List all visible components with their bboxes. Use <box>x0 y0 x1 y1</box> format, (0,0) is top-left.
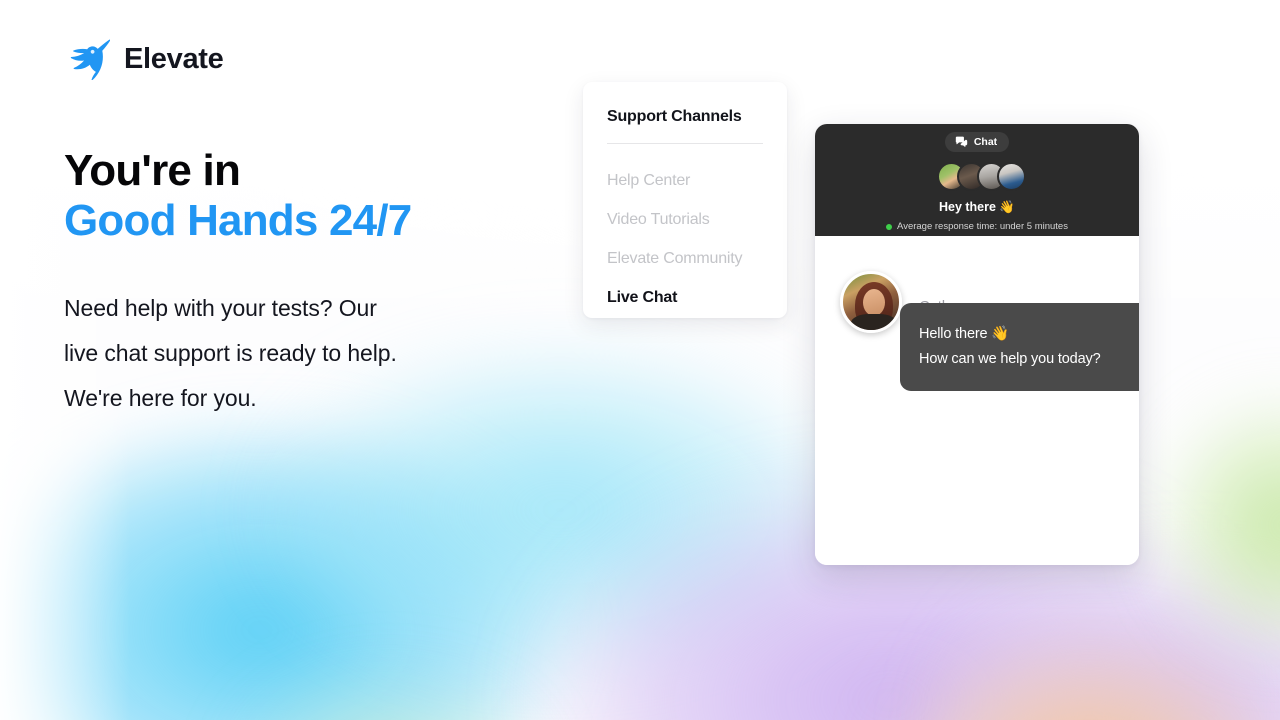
hero-section: You're in Good Hands 24/7 Need help with… <box>64 146 564 421</box>
support-channels-divider <box>607 143 763 144</box>
chat-status-text: Average response time: under 5 minutes <box>897 221 1068 232</box>
chat-status-row: Average response time: under 5 minutes <box>886 221 1068 232</box>
avatar-face <box>863 289 885 316</box>
sidebar-item-help-center[interactable]: Help Center <box>607 161 763 200</box>
chat-message-line1: Hello there 👋 <box>919 326 1010 342</box>
page-title-line2: Good Hands 24/7 <box>64 196 412 245</box>
page-title-line1: You're in <box>64 146 241 195</box>
hero-subtext-line1: Need help with your tests? Our <box>64 295 377 321</box>
chat-bubbles-icon <box>955 136 968 147</box>
avatar-body <box>851 314 897 330</box>
status-dot-icon <box>886 223 893 230</box>
brand-logo-group[interactable]: Elevate <box>64 38 224 80</box>
agent-avatar-group <box>928 162 1026 191</box>
brand-name: Elevate <box>124 42 224 75</box>
page-root: Elevate You're in Good Hands 24/7 Need h… <box>0 0 1280 720</box>
chat-message-line2: How can we help you today? <box>919 351 1101 367</box>
sidebar-item-elevate-community[interactable]: Elevate Community <box>607 239 763 278</box>
hero-subtext-line2: live chat support is ready to help. <box>64 340 397 366</box>
avatar <box>840 271 902 333</box>
chat-message-bubble: Hello there 👋 How can we help you today? <box>900 303 1139 391</box>
support-channels-list: Help Center Video Tutorials Elevate Comm… <box>607 161 763 317</box>
avatar <box>997 162 1026 191</box>
chat-widget: Chat Hey there 👋 Average response time: … <box>815 124 1139 565</box>
sidebar-item-live-chat[interactable]: Live Chat <box>607 278 763 317</box>
hero-subtext: Need help with your tests? Our live chat… <box>64 286 564 421</box>
chat-pill-button[interactable]: Chat <box>944 132 1010 152</box>
chat-pill-label: Chat <box>973 136 998 148</box>
sidebar-item-video-tutorials[interactable]: Video Tutorials <box>607 200 763 239</box>
support-channels-card: Support Channels Help Center Video Tutor… <box>583 82 787 318</box>
support-channels-title: Support Channels <box>607 108 742 125</box>
chat-widget-header: Chat Hey there 👋 Average response time: … <box>815 124 1139 236</box>
chat-message-area: Cathy Hello there 👋 How can we help you … <box>815 236 1139 565</box>
hero-subtext-line3: We're here for you. <box>64 385 257 411</box>
chat-greeting: Hey there 👋 <box>938 200 1015 214</box>
hummingbird-icon <box>70 39 110 80</box>
